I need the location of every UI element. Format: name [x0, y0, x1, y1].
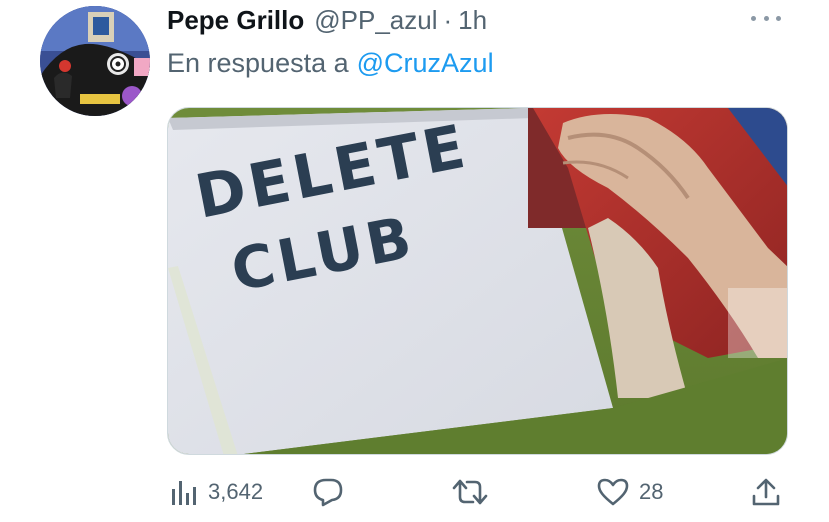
avatar-image: [40, 6, 150, 116]
more-horizontal-icon: [763, 15, 769, 21]
reply-bubble-icon: [313, 478, 343, 507]
separator-dot: ·: [443, 4, 453, 35]
views-button[interactable]: 3,642: [168, 470, 263, 514]
display-name[interactable]: Pepe Grillo: [167, 5, 304, 36]
tweet-actions: 3,642 28: [0, 470, 829, 514]
user-handle[interactable]: @PP_azul: [314, 5, 437, 36]
tweet-header: Pepe Grillo @PP_azul · 1h: [167, 2, 487, 38]
likes-count: 28: [639, 479, 664, 504]
retweet-button[interactable]: [452, 470, 488, 514]
avatar[interactable]: [40, 6, 150, 116]
views-count: 3,642: [208, 479, 264, 504]
reply-context: En respuesta a @CruzAzul: [167, 48, 494, 79]
tweet[interactable]: Pepe Grillo @PP_azul · 1h En respuesta a…: [0, 0, 829, 522]
more-horizontal-icon: [751, 15, 756, 21]
retweet-icon: [452, 479, 488, 505]
tweet-media[interactable]: DELETE CLUB: [167, 107, 788, 455]
heart-icon: [597, 478, 629, 506]
timestamp[interactable]: 1h: [458, 5, 487, 36]
share-button[interactable]: [750, 470, 782, 514]
more-horizontal-icon: [776, 15, 781, 21]
reply-mention-link[interactable]: @CruzAzul: [357, 48, 494, 78]
like-button[interactable]: 28: [597, 470, 663, 514]
share-upload-icon: [752, 478, 780, 506]
more-options-button[interactable]: [751, 10, 781, 26]
media-photo: [168, 108, 787, 454]
reply-prefix: En respuesta a: [167, 48, 349, 78]
reply-button[interactable]: [312, 470, 344, 514]
views-chart-icon: [172, 481, 196, 505]
